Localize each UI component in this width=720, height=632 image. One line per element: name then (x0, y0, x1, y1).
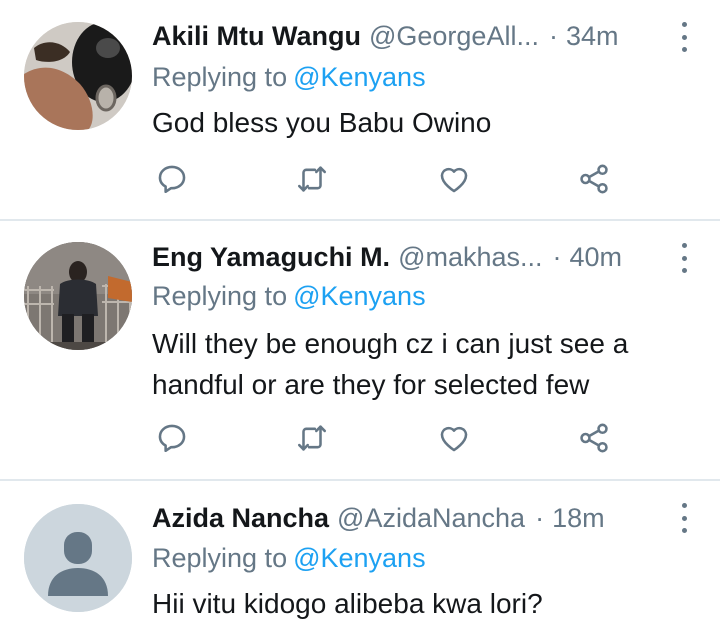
user-handle[interactable]: @makhas... (398, 242, 542, 273)
replying-to-label: Replying to (152, 281, 288, 311)
timestamp[interactable]: 40m (570, 242, 623, 273)
separator-dot: · (548, 20, 558, 51)
reply-icon[interactable] (155, 162, 189, 196)
tweet[interactable]: Azida Nancha @AzidaNancha · 18m Replying… (0, 481, 720, 632)
user-handle[interactable]: @AzidaNancha (337, 503, 525, 534)
tweet-header: Azida Nancha @AzidaNancha · 18m (152, 500, 684, 536)
retweet-icon[interactable] (295, 421, 329, 455)
replying-to: Replying to @Kenyans (152, 281, 426, 312)
heart-icon[interactable] (437, 421, 471, 455)
display-name[interactable]: Eng Yamaguchi M. (152, 242, 390, 273)
tweet-text: Hii vitu kidogo alibeba kwa lori? (152, 588, 543, 619)
avatar-photo (24, 22, 132, 130)
heart-icon[interactable] (437, 162, 471, 196)
share-icon[interactable] (577, 421, 611, 455)
replying-to: Replying to @Kenyans (152, 543, 426, 574)
tweet-header: Akili Mtu Wangu @GeorgeAll... · 34m (152, 18, 684, 54)
avatar-photo (24, 242, 132, 350)
replying-to-label: Replying to (152, 543, 288, 573)
avatar[interactable] (24, 242, 132, 350)
display-name[interactable]: Azida Nancha (152, 503, 329, 534)
user-handle[interactable]: @GeorgeAll... (369, 21, 539, 52)
timestamp[interactable]: 18m (552, 503, 605, 534)
tweet-text: God bless you Babu Owino (152, 107, 492, 138)
mention-link[interactable]: @Kenyans (293, 543, 425, 573)
tweet[interactable]: Eng Yamaguchi M. @makhas... · 40m Replyi… (0, 221, 720, 479)
avatar[interactable] (24, 504, 132, 612)
replying-to-label: Replying to (152, 62, 288, 92)
more-vertical-icon[interactable] (674, 243, 694, 273)
replying-to: Replying to @Kenyans (152, 62, 426, 93)
retweet-icon[interactable] (295, 162, 329, 196)
tweet-actions (155, 421, 635, 457)
mention-link[interactable]: @Kenyans (293, 281, 425, 311)
timestamp[interactable]: 34m (566, 21, 619, 52)
more-vertical-icon[interactable] (674, 22, 694, 52)
avatar[interactable] (24, 22, 132, 130)
tweet-text: Will they be enough cz i can just see a … (152, 328, 629, 400)
more-vertical-icon[interactable] (674, 503, 694, 533)
tweet-header: Eng Yamaguchi M. @makhas... · 40m (152, 239, 684, 275)
tweet[interactable]: Akili Mtu Wangu @GeorgeAll... · 34m Repl… (0, 0, 720, 219)
display-name[interactable]: Akili Mtu Wangu (152, 21, 361, 52)
reply-icon[interactable] (155, 421, 189, 455)
separator-dot: · (552, 241, 562, 272)
tweet-actions (155, 162, 635, 198)
share-icon[interactable] (577, 162, 611, 196)
default-profile-avatar-icon (24, 504, 132, 612)
separator-dot: · (535, 502, 545, 533)
mention-link[interactable]: @Kenyans (293, 62, 425, 92)
